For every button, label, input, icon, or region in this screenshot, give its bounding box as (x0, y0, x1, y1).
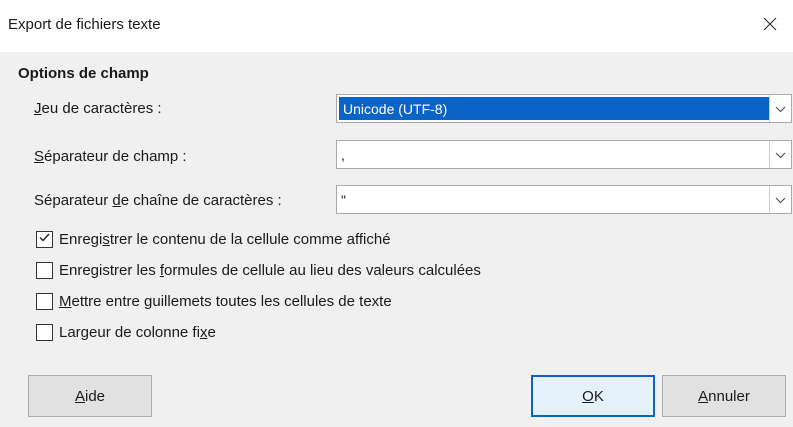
save-as-shown-label: Enregistrer le contenu de la cellule com… (59, 231, 391, 248)
save-as-shown-checkbox[interactable] (36, 231, 53, 248)
help-button-accel: A (74, 387, 85, 405)
quote-all-label-text: ettre entre guillemets toutes les cellul… (71, 293, 392, 310)
field-separator-label-accel: S (34, 148, 45, 165)
fixed-width-label-pre: Largeur de colonne fi (59, 324, 200, 341)
string-separator-combo[interactable]: " (336, 185, 792, 214)
cancel-button[interactable]: Annuler (662, 375, 786, 417)
save-formulas-label-text: ormules de cellule au lieu des valeurs c… (164, 262, 481, 279)
save-formulas-option[interactable]: Enregistrer les formules de cellule au l… (36, 262, 481, 279)
quote-all-checkbox[interactable] (36, 293, 53, 310)
fixed-width-label-text: e (207, 324, 216, 341)
string-separator-value[interactable]: " (337, 186, 769, 213)
ok-button-accel: O (582, 387, 594, 405)
chevron-down-icon (775, 146, 786, 163)
cancel-button-label: nnuler (708, 387, 750, 405)
fixed-width-label: Largeur de colonne fixe (59, 324, 216, 341)
help-button[interactable]: Aide (28, 375, 152, 417)
charset-dropdown-button[interactable] (769, 95, 791, 122)
chevron-down-icon (775, 100, 786, 117)
string-separator-label: Séparateur de chaîne de caractères : (34, 192, 282, 209)
save-formulas-label-pre: Enregistrer les (59, 262, 160, 279)
save-as-shown-label-text: trer le contenu de la cellule comme affi… (109, 231, 391, 248)
charset-label: Jeu de caractères : (34, 100, 162, 117)
field-separator-value[interactable]: , (337, 141, 769, 168)
chevron-down-icon (775, 191, 786, 208)
save-as-shown-label-accel: s (102, 231, 110, 248)
field-separator-dropdown-button[interactable] (769, 141, 791, 168)
help-button-label: ide (84, 387, 106, 405)
fixed-width-option[interactable]: Largeur de colonne fixe (36, 324, 216, 341)
charset-label-accel: J (34, 100, 42, 117)
close-icon (762, 16, 778, 36)
checkmark-icon (38, 231, 51, 248)
string-separator-label-pre: Séparateur (34, 192, 113, 209)
charset-label-text: eu de caractères : (41, 100, 162, 117)
field-separator-combo[interactable]: , (336, 140, 792, 169)
section-title: Options de champ (18, 65, 149, 82)
quote-all-option[interactable]: Mettre entre guillemets toutes les cellu… (36, 293, 392, 310)
quote-all-label: Mettre entre guillemets toutes les cellu… (59, 293, 392, 310)
save-formulas-label: Enregistrer les formules de cellule au l… (59, 262, 481, 279)
charset-value: Unicode (UTF-8) (339, 97, 769, 120)
string-separator-dropdown-button[interactable] (769, 186, 791, 213)
save-formulas-checkbox[interactable] (36, 262, 53, 279)
string-separator-label-text: e chaîne de caractères : (120, 192, 282, 209)
charset-select[interactable]: Unicode (UTF-8) (336, 94, 792, 123)
close-button[interactable] (747, 0, 793, 52)
ok-button-label: K (593, 387, 604, 405)
save-as-shown-label-pre: Enregi (59, 231, 103, 248)
quote-all-label-accel: M (59, 293, 72, 310)
fixed-width-checkbox[interactable] (36, 324, 53, 341)
field-separator-label: Séparateur de champ : (34, 148, 187, 165)
ok-button[interactable]: OK (531, 375, 655, 417)
cancel-button-accel: A (698, 387, 709, 405)
window-title: Export de fichiers texte (8, 16, 161, 33)
string-separator-label-accel: d (112, 192, 121, 209)
field-separator-label-text: éparateur de champ : (44, 148, 187, 165)
title-bar: Export de fichiers texte (0, 0, 793, 52)
save-as-shown-option[interactable]: Enregistrer le contenu de la cellule com… (36, 231, 391, 248)
